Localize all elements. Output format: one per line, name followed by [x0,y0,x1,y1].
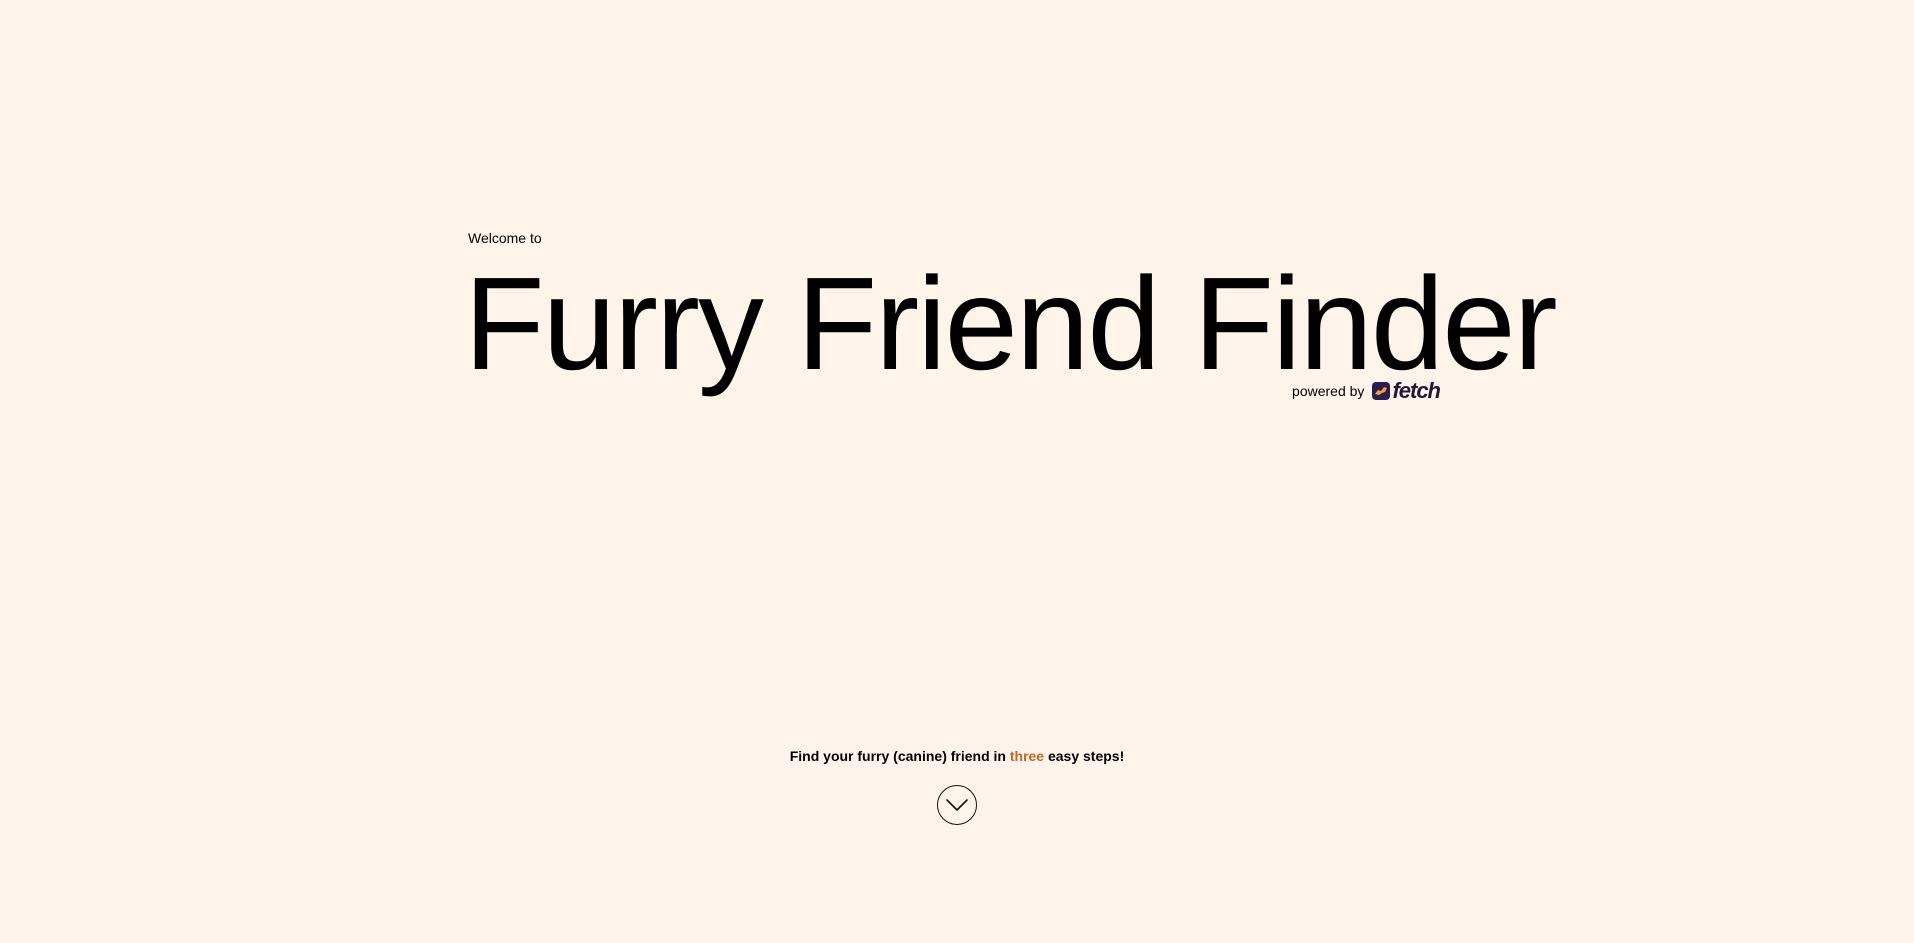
fetch-logo: fetch [1372,378,1441,404]
powered-by: powered by fetch [1292,378,1441,404]
steps-prompt: Find your furry (canine) friend in three… [0,748,1914,764]
welcome-text: Welcome to [468,230,542,246]
landing-page: Welcome to Furry Friend Finder powered b… [0,0,1914,943]
chevron-down-icon [946,799,968,811]
fetch-wordmark: fetch [1392,378,1441,403]
steps-prompt-suffix: easy steps! [1044,748,1125,764]
scroll-down-button[interactable] [937,785,977,825]
steps-count: three [1009,748,1045,764]
page-title: Furry Friend Finder [464,250,1558,397]
powered-by-label: powered by [1292,383,1365,399]
steps-prompt-prefix: Find your furry (canine) friend in [789,748,1010,764]
hero: Welcome to Furry Friend Finder powered b… [464,228,1558,403]
fetch-dog-icon [1372,382,1391,400]
